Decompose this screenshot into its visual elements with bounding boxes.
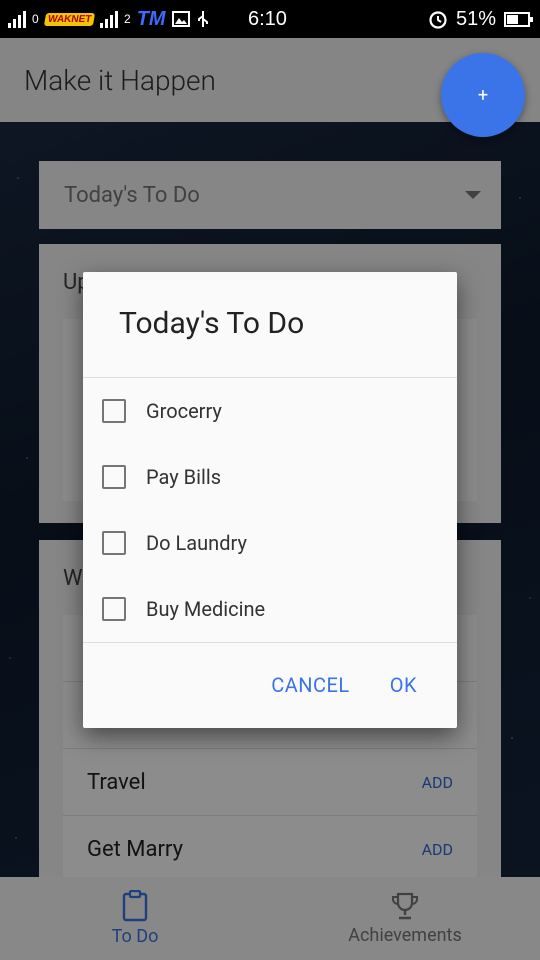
todo-item-pay-bills[interactable]: Pay Bills	[102, 448, 442, 506]
todo-item-grocerry[interactable]: Grocerry	[102, 382, 442, 440]
dialog-title: Today's To Do	[119, 306, 305, 341]
cancel-button[interactable]: CANCEL	[271, 673, 350, 697]
signal-icon-sim2	[100, 10, 119, 28]
clock: 6:10	[248, 7, 287, 30]
carrier-name: TM	[136, 7, 166, 30]
checkbox[interactable]	[102, 597, 126, 621]
usb-icon	[197, 11, 208, 27]
signal-icon	[8, 10, 26, 28]
checkbox[interactable]	[102, 399, 126, 423]
todo-item-label: Pay Bills	[146, 465, 222, 489]
sim2-indicator: 2	[124, 12, 131, 26]
divider	[83, 377, 457, 378]
checkbox[interactable]	[102, 465, 126, 489]
checkbox[interactable]	[102, 531, 126, 555]
plus-icon: +	[477, 84, 489, 106]
status-bar: 0 WAKNET 2 TM 6:10 51%	[0, 0, 540, 38]
todo-dialog: Today's To Do Grocerry Pay Bills Do Laun…	[83, 272, 457, 728]
todo-item-label: Do Laundry	[146, 531, 247, 555]
signal-indicator: 0	[32, 12, 39, 26]
dialog-actions: CANCEL OK	[83, 642, 457, 728]
battery-icon	[504, 11, 533, 27]
carrier-logo: WAKNET	[43, 12, 96, 26]
image-icon	[171, 11, 190, 27]
todo-item-label: Grocerry	[146, 399, 222, 423]
add-fab-button[interactable]: +	[441, 53, 525, 137]
todo-item-buy-medicine[interactable]: Buy Medicine	[102, 580, 442, 638]
todo-item-do-laundry[interactable]: Do Laundry	[102, 514, 442, 572]
ok-button[interactable]: OK	[390, 673, 417, 697]
todo-item-label: Buy Medicine	[146, 597, 266, 621]
battery-percent: 51%	[455, 7, 496, 30]
alarm-icon	[429, 11, 447, 29]
